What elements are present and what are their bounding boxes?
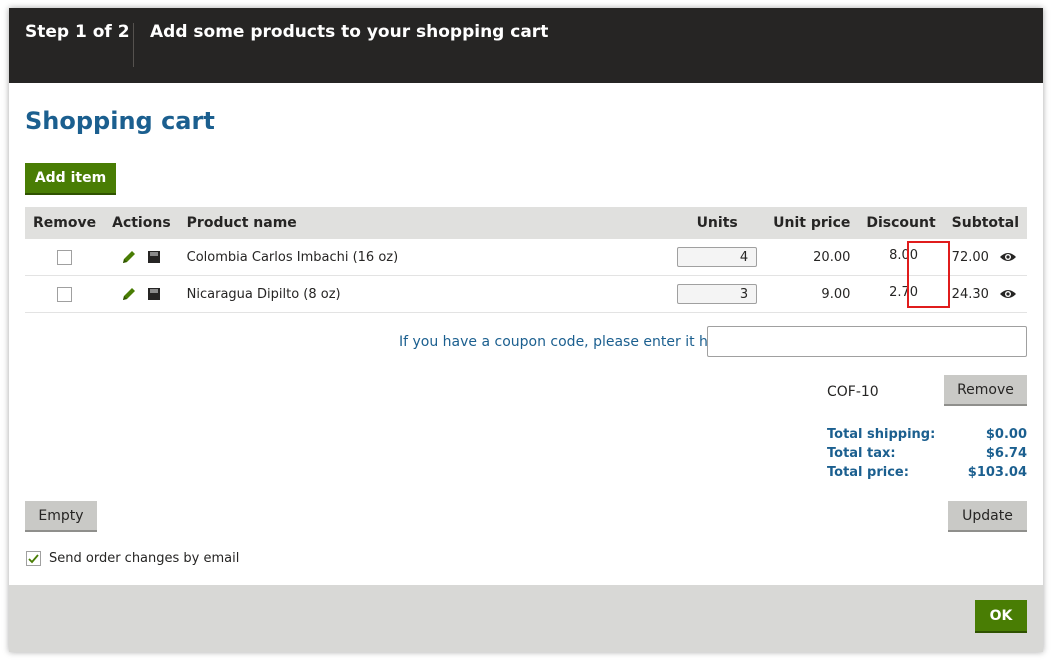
cart-table: Remove Actions Product name Units Unit p… <box>25 207 1027 313</box>
pencil-icon[interactable] <box>120 285 138 303</box>
total-price-label: Total price: <box>827 465 909 480</box>
column-header-product-name: Product name <box>186 215 297 231</box>
units-input[interactable] <box>677 284 758 304</box>
subtotal-value: 24.30 <box>951 286 989 302</box>
subtotal-value: 72.00 <box>951 249 989 265</box>
save-icon[interactable] <box>146 249 162 265</box>
discount-value: 2.70 <box>889 285 919 300</box>
send-email-option[interactable]: Send order changes by email <box>26 551 239 566</box>
eye-icon[interactable] <box>999 251 1017 263</box>
header-divider <box>133 23 134 67</box>
total-shipping-value: $0.00 <box>985 427 1027 442</box>
remove-checkbox[interactable] <box>57 249 73 265</box>
applied-coupon-code: COF-10 <box>827 384 879 400</box>
column-header-actions: Actions <box>112 215 171 231</box>
column-header-discount: Discount <box>866 215 936 231</box>
update-cart-button[interactable]: Update <box>948 501 1027 532</box>
table-header-row: Remove Actions Product name Units Unit p… <box>25 207 1027 239</box>
unit-price: 20.00 <box>765 239 859 276</box>
column-header-remove: Remove <box>33 215 97 231</box>
header-title: Add some products to your shopping cart <box>150 22 549 42</box>
table-row: Colombia Carlos Imbachi (16 oz) 20.00 8.… <box>25 239 1027 276</box>
send-email-label: Send order changes by email <box>49 551 240 566</box>
eye-icon[interactable] <box>999 288 1017 300</box>
product-name: Colombia Carlos Imbachi (16 oz) <box>178 239 670 276</box>
save-icon[interactable] <box>146 286 162 302</box>
shopping-cart-dialog: Step 1 of 2 Add some products to your sh… <box>9 8 1043 652</box>
total-shipping-label: Total shipping: <box>827 427 936 442</box>
total-tax-value: $6.74 <box>985 446 1027 461</box>
discount-value: 8.00 <box>889 248 919 263</box>
table-row: Nicaragua Dipilto (8 oz) 9.00 2.70 24.30 <box>25 275 1027 313</box>
column-header-units: Units <box>696 215 738 231</box>
page-title: Shopping cart <box>25 107 215 135</box>
step-indicator: Step 1 of 2 <box>25 22 130 42</box>
total-price-value: $103.04 <box>967 465 1027 480</box>
dialog-footer <box>9 585 1043 652</box>
empty-cart-button[interactable]: Empty <box>25 501 97 532</box>
remove-coupon-button[interactable]: Remove <box>944 375 1027 406</box>
ok-button[interactable]: OK <box>975 600 1027 633</box>
column-header-unit-price: Unit price <box>773 215 851 231</box>
unit-price: 9.00 <box>765 275 859 313</box>
send-email-checkbox[interactable] <box>26 551 41 566</box>
add-item-button[interactable]: Add item <box>25 163 116 195</box>
dialog-header: Step 1 of 2 Add some products to your sh… <box>9 8 1043 83</box>
remove-checkbox[interactable] <box>57 286 73 302</box>
pencil-icon[interactable] <box>120 248 138 266</box>
coupon-code-input[interactable] <box>707 326 1027 357</box>
units-input[interactable] <box>677 247 758 267</box>
total-tax-label: Total tax: <box>827 446 896 461</box>
product-name: Nicaragua Dipilto (8 oz) <box>178 275 670 313</box>
column-header-subtotal: Subtotal <box>951 215 1019 231</box>
coupon-label: If you have a coupon code, please enter … <box>399 334 736 350</box>
order-totals: Total shipping: $0.00 Total tax: $6.74 T… <box>827 427 1027 484</box>
checkmark-icon <box>28 554 39 564</box>
